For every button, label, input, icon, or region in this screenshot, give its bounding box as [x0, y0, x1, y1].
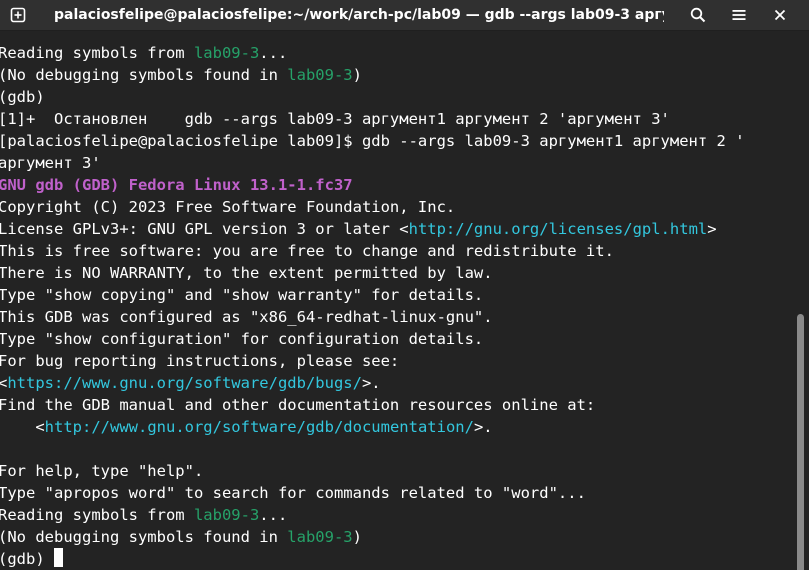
- terminal-text: [palaciosfelipe@palaciosfelipe lab09]$ g…: [0, 132, 745, 150]
- terminal-text: lab09-3: [287, 528, 353, 546]
- menu-button[interactable]: [721, 0, 757, 30]
- terminal-line: There is NO WARRANTY, to the extent perm…: [0, 262, 745, 284]
- terminal-line: Copyright (C) 2023 Free Software Foundat…: [0, 196, 745, 218]
- terminal-line: GNU gdb (GDB) Fedora Linux 13.1-1.fc37: [0, 174, 745, 196]
- terminal-text: >.: [473, 418, 493, 436]
- terminal-text: There is NO WARRANTY, to the extent perm…: [0, 264, 493, 282]
- terminal-line: Reading symbols from lab09-3...: [0, 42, 745, 64]
- url-link[interactable]: http://gnu.org/licenses/gpl.html: [409, 220, 708, 238]
- terminal-text: Type "apropos word" to search for comman…: [0, 484, 586, 502]
- terminal-text: >: [707, 220, 717, 238]
- terminal-text: This GDB was configured as "x86_64-redha…: [0, 308, 493, 326]
- close-button[interactable]: [762, 0, 798, 30]
- url-link[interactable]: http://www.gnu.org/software/gdb/document…: [45, 418, 474, 436]
- terminal-text: (No debugging symbols found in: [0, 528, 288, 546]
- hamburger-menu-icon: [732, 10, 746, 20]
- terminal-text: Reading symbols from: [0, 44, 194, 62]
- terminal-line: Type "show configuration" for configurat…: [0, 328, 745, 350]
- terminal-line: [1]+ Остановлен gdb --args lab09-3 аргум…: [0, 108, 745, 130]
- terminal-text: GNU gdb (GDB) Fedora Linux 13.1-1.fc37: [0, 176, 353, 194]
- window-title: palaciosfelipe@palaciosfelipe:~/work/arc…: [54, 7, 664, 23]
- terminal-text: lab09-3: [193, 506, 260, 524]
- title-bar: palaciosfelipe@palaciosfelipe:~/work/arc…: [0, 0, 809, 31]
- terminal-line: Find the GDB manual and other documentat…: [0, 394, 745, 416]
- terminal-text: Reading symbols from: [0, 506, 194, 524]
- terminal-line: аргумент 3': [0, 152, 745, 174]
- terminal-text: (gdb): [0, 88, 45, 106]
- terminal-text: Type "show configuration" for configurat…: [0, 330, 484, 348]
- terminal-text: Find the GDB manual and other documentat…: [0, 396, 596, 414]
- terminal-text: ): [352, 66, 362, 84]
- search-icon: [690, 7, 706, 23]
- terminal-line: (No debugging symbols found in lab09-3): [0, 526, 745, 548]
- terminal-text: ): [352, 528, 362, 546]
- search-button[interactable]: [680, 0, 716, 30]
- terminal-text: lab09-3: [193, 44, 260, 62]
- terminal-line: (No debugging symbols found in lab09-3): [0, 64, 745, 86]
- terminal-text: >.: [361, 374, 381, 392]
- terminal-text: ...: [259, 44, 288, 62]
- terminal-text: ...: [259, 506, 288, 524]
- terminal-line: For bug reporting instructions, please s…: [0, 350, 745, 372]
- terminal-output[interactable]: Reading symbols from lab09-3... (No debug…: [0, 31, 809, 570]
- terminal-text: License GPLv3+: GNU GPL version 3 or lat…: [0, 220, 409, 238]
- terminal-line: Type "apropos word" to search for comman…: [0, 482, 745, 504]
- terminal-text: This is free software: you are free to c…: [0, 242, 614, 260]
- terminal-line: <http://www.gnu.org/software/gdb/documen…: [0, 416, 745, 438]
- terminal-text: Copyright (C) 2023 Free Software Foundat…: [0, 198, 456, 216]
- terminal-line: Reading symbols from lab09-3...: [0, 504, 745, 526]
- terminal-line: [palaciosfelipe@palaciosfelipe lab09]$ g…: [0, 130, 745, 152]
- new-tab-button[interactable]: [0, 0, 35, 30]
- terminal-text: [1]+ Остановлен gdb --args lab09-3 аргум…: [0, 110, 670, 128]
- terminal-line: <https://www.gnu.org/software/gdb/bugs/>…: [0, 372, 745, 394]
- terminal-line: For help, type "help".: [0, 460, 745, 482]
- close-icon: [774, 9, 786, 21]
- terminal-lines: Reading symbols from lab09-3... (No debug…: [0, 42, 745, 570]
- terminal-text: lab09-3: [287, 66, 353, 84]
- terminal-line: Type "show copying" and "show warranty" …: [0, 284, 745, 306]
- text-cursor: [54, 548, 63, 567]
- terminal-text: Type "show copying" and "show warranty" …: [0, 286, 484, 304]
- terminal-text: For help, type "help".: [0, 462, 204, 480]
- terminal-text: (gdb): [0, 550, 54, 568]
- terminal-line: License GPLv3+: GNU GPL version 3 or lat…: [0, 218, 745, 240]
- terminal-line: (gdb): [0, 548, 745, 570]
- terminal-line: This is free software: you are free to c…: [0, 240, 745, 262]
- terminal-text: <: [0, 418, 45, 436]
- scrollbar[interactable]: [797, 314, 804, 570]
- terminal-window: palaciosfelipe@palaciosfelipe:~/work/arc…: [0, 0, 809, 570]
- url-link[interactable]: https://www.gnu.org/software/gdb/bugs/: [7, 374, 362, 392]
- new-tab-icon: [10, 7, 25, 23]
- terminal-text: For bug reporting instructions, please s…: [0, 352, 400, 370]
- terminal-text: аргумент 3': [0, 154, 101, 172]
- terminal-line: This GDB was configured as "x86_64-redha…: [0, 306, 745, 328]
- terminal-text: (No debugging symbols found in: [0, 66, 288, 84]
- terminal-line: (gdb): [0, 86, 745, 108]
